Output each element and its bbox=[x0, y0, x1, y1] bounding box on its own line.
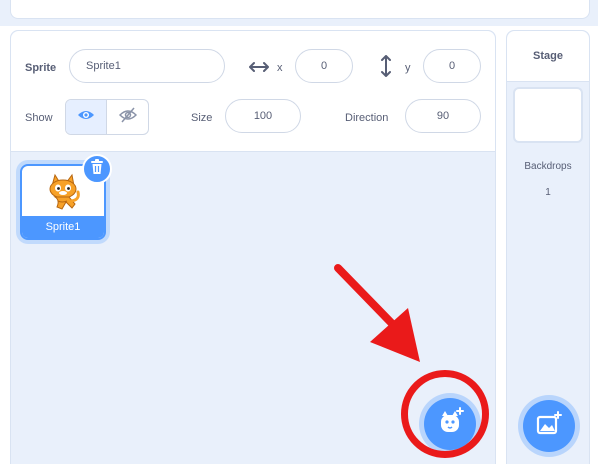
red-circle-annotation bbox=[401, 370, 489, 458]
size-label: Size bbox=[191, 112, 213, 124]
direction-input[interactable]: 90 bbox=[405, 99, 481, 133]
direction-label: Direction bbox=[345, 112, 389, 124]
stage-area-bottom bbox=[0, 0, 598, 26]
sprite-name-field[interactable]: Sprite1 bbox=[69, 49, 225, 83]
eye-slash-icon bbox=[118, 107, 137, 128]
horizontal-arrows-icon bbox=[249, 60, 269, 78]
sprite-info-panel: Sprite Sprite1 x 0 y 0 Show Size 100 Dir… bbox=[11, 31, 495, 152]
eye-icon bbox=[77, 108, 95, 126]
stage-pane: Stage Backdrops 1 bbox=[506, 30, 590, 464]
visibility-toggle bbox=[65, 99, 149, 135]
sprite-tile-name: Sprite1 bbox=[22, 216, 104, 238]
sprite-name-label: Sprite bbox=[25, 62, 57, 74]
backdrops-count: 1 bbox=[545, 187, 551, 198]
y-input[interactable]: 0 bbox=[423, 49, 481, 83]
stage-thumbnail[interactable] bbox=[513, 87, 583, 143]
show-button[interactable] bbox=[66, 100, 108, 134]
delete-sprite-button[interactable] bbox=[82, 154, 112, 184]
red-arrow-annotation bbox=[334, 264, 420, 362]
stage-canvas-edge bbox=[10, 0, 590, 19]
size-input[interactable]: 100 bbox=[225, 99, 301, 133]
trash-icon bbox=[90, 158, 104, 180]
x-input[interactable]: 0 bbox=[295, 49, 353, 83]
x-label: x bbox=[277, 62, 283, 74]
image-plus-icon bbox=[535, 410, 563, 442]
y-label: y bbox=[405, 62, 411, 74]
stage-title[interactable]: Stage bbox=[507, 31, 589, 82]
backdrops-label: Backdrops bbox=[524, 161, 572, 172]
show-label: Show bbox=[25, 112, 53, 124]
hide-button[interactable] bbox=[107, 100, 148, 134]
vertical-arrows-icon bbox=[380, 55, 392, 82]
add-backdrop-button[interactable] bbox=[523, 400, 575, 452]
